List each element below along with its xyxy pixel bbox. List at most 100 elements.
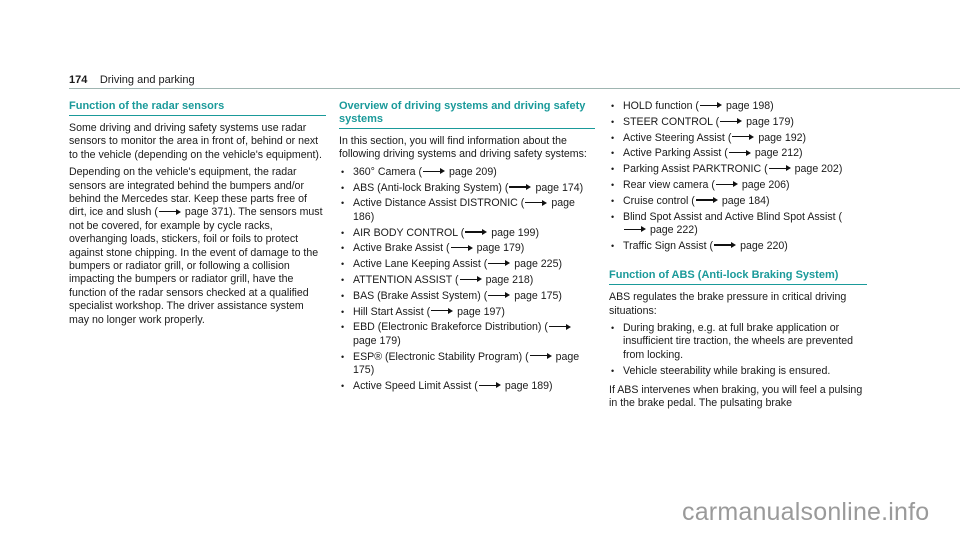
systems-list: 360° Camera (page 209)ABS (Anti-lock Bra…: [339, 165, 595, 394]
paragraph: Depending on the vehicle's equipment, th…: [69, 166, 326, 327]
system-name: Active Brake Assist: [353, 242, 444, 255]
page-reference-link[interactable]: page 198: [726, 100, 770, 112]
system-name: 360° Camera: [353, 165, 416, 178]
arrow-right-icon: [768, 164, 791, 172]
arrow-right-icon: [695, 196, 718, 204]
arrow-right-icon: [509, 183, 532, 191]
list-item: Blind Spot Assist and Active Blind Spot …: [609, 211, 867, 238]
list-item: 360° Camera (page 209): [339, 165, 595, 180]
page-reference-link[interactable]: page 175: [514, 290, 558, 302]
paragraph: Some driving and driving safety systems …: [69, 122, 322, 161]
page-reference-link[interactable]: page 184: [722, 195, 766, 207]
list-item: Active Speed Limit Assist (page 189): [339, 379, 595, 394]
system-name: Blind Spot Assist and Active Blind Spot …: [623, 210, 836, 223]
system-name: ABS (Anti-lock Braking System): [353, 181, 502, 194]
paragraph: In this section, you will find informati…: [339, 135, 587, 161]
list-item: Active Lane Keeping Assist (page 225): [339, 258, 595, 272]
arrow-right-icon: [720, 117, 743, 125]
page-reference-link[interactable]: page 218: [486, 274, 530, 286]
column-overview: Overview of driving systems and driving …: [339, 100, 595, 397]
page-reference-link[interactable]: page 189: [505, 380, 549, 392]
arrow-right-icon: [459, 275, 482, 283]
arrow-right-icon: [732, 133, 755, 141]
list-item: AIR BODY CONTROL (page 199): [339, 226, 595, 241]
chapter-title: Driving and parking: [99, 74, 195, 86]
arrow-right-icon: [158, 208, 181, 216]
arrow-right-icon: [728, 149, 751, 157]
list-item: Traffic Sign Assist (page 220): [609, 239, 867, 254]
arrow-right-icon: [488, 291, 511, 299]
section-heading-radar: Function of the radar sensors: [69, 100, 326, 116]
page-reference-link[interactable]: page 212: [755, 147, 799, 159]
system-name: Active Steering Assist: [623, 131, 725, 144]
page-reference-link[interactable]: page 225: [514, 258, 558, 270]
systems-list-continued: HOLD function (page 198) STEER CONTROL (p…: [609, 100, 867, 254]
system-name: Active Parking Assist: [623, 147, 722, 160]
page-reference-link[interactable]: page 222: [650, 224, 694, 236]
page-reference-link[interactable]: page 174: [535, 182, 579, 194]
page-reference-link[interactable]: page 179: [746, 116, 790, 128]
system-name: Cruise control: [623, 194, 689, 207]
system-name: BAS (Brake Assist System): [353, 289, 481, 302]
list-item: EBD (Electronic Brakeforce Distribution)…: [339, 321, 595, 348]
page-reference-link[interactable]: page 202: [795, 163, 839, 175]
list-item: Active Parking Assist (page 212): [609, 147, 867, 161]
arrow-right-icon: [450, 244, 473, 252]
column-abs: HOLD function (page 198) STEER CONTROL (p…: [609, 100, 867, 415]
arrow-right-icon: [624, 225, 646, 233]
arrow-right-icon: [699, 101, 722, 109]
list-item: Hill Start Assist (page 197): [339, 305, 595, 320]
system-name: Active Speed Limit Assist: [353, 379, 472, 392]
watermark: carmanualsonline.info: [682, 498, 930, 526]
abs-bullet-list: During braking, e.g. at full brake appli…: [609, 322, 867, 378]
arrow-right-icon: [431, 307, 454, 315]
arrow-right-icon: [423, 167, 446, 175]
system-name: AIR BODY CONTROL: [353, 226, 458, 239]
system-name: ATTENTION ASSIST: [353, 274, 453, 286]
page-reference-link[interactable]: page 209: [449, 166, 493, 178]
page-reference-link[interactable]: page 197: [457, 306, 501, 318]
list-item: BAS (Brake Assist System) (page 175): [339, 289, 595, 304]
arrow-right-icon: [478, 381, 501, 389]
list-item: During braking, e.g. at full brake appli…: [609, 322, 867, 362]
system-name: Parking Assist PARKTRONIC: [623, 163, 762, 176]
section-heading-overview: Overview of driving systems and driving …: [339, 100, 595, 129]
list-item: STEER CONTROL (page 179): [609, 116, 867, 130]
arrow-right-icon: [465, 228, 488, 236]
system-name: Hill Start Assist: [353, 305, 424, 318]
list-item: Vehicle steerability while braking is en…: [609, 365, 867, 379]
page-reference-link[interactable]: page 179: [353, 335, 397, 347]
list-item: ABS (Anti-lock Braking System) (page 174…: [339, 181, 595, 196]
system-name: EBD (Electronic Brakeforce Distribution): [353, 321, 542, 334]
arrow-right-icon: [488, 259, 511, 267]
arrow-right-icon: [525, 199, 548, 207]
system-name: Active Distance Assist DISTRONIC: [353, 197, 518, 210]
arrow-right-icon: [529, 352, 552, 360]
column-radar-sensors: Function of the radar sensors Some drivi…: [69, 100, 326, 331]
page-reference-link[interactable]: page 192: [758, 132, 802, 144]
page-reference-link[interactable]: page 179: [477, 242, 521, 254]
arrow-right-icon: [548, 323, 571, 331]
arrow-right-icon: [715, 180, 738, 188]
list-item: Parking Assist PARKTRONIC (page 202): [609, 163, 867, 177]
page-reference-link[interactable]: page 371: [185, 206, 229, 218]
section-heading-abs: Function of ABS (Anti-lock Braking Syste…: [609, 269, 867, 286]
list-item: Rear view camera (page 206): [609, 178, 867, 193]
page-reference-link[interactable]: page 206: [742, 179, 786, 191]
list-item: Cruise control (page 184): [609, 194, 867, 209]
system-name: ESP® (Electronic Stability Program): [353, 350, 523, 363]
list-item: Active Distance Assist DISTRONIC (page 1…: [339, 197, 595, 224]
system-name: Rear view camera: [623, 178, 709, 191]
list-item: Active Steering Assist (page 192): [609, 131, 867, 146]
paragraph: ABS regulates the brake pressure in crit…: [609, 291, 847, 317]
list-item: HOLD function (page 198): [609, 100, 867, 114]
list-item: ESP® (Electronic Stability Program) (pag…: [339, 351, 595, 378]
system-name: Traffic Sign Assist: [623, 239, 707, 252]
paragraph: If ABS intervenes when braking, you will…: [609, 384, 863, 410]
list-item: Active Brake Assist (page 179): [339, 242, 595, 256]
arrow-right-icon: [714, 241, 737, 249]
page-reference-link[interactable]: page 220: [740, 240, 784, 252]
system-name: Active Lane Keeping Assist: [353, 258, 481, 271]
paragraph-text: ). The sensors must not be covered, for …: [69, 206, 323, 326]
page-reference-link[interactable]: page 199: [491, 227, 535, 239]
